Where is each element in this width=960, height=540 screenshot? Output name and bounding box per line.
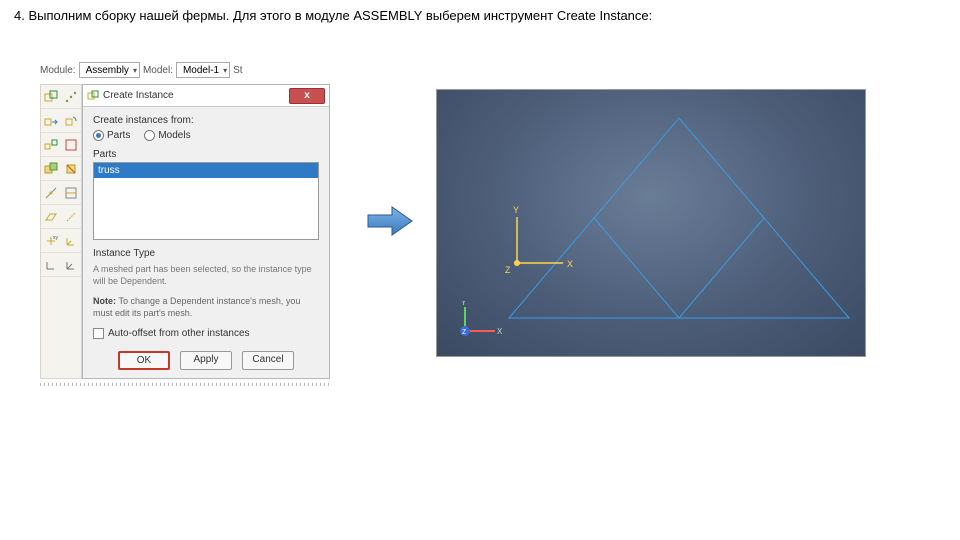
axis-x-label: X bbox=[567, 259, 573, 269]
auto-offset-row[interactable]: Auto-offset from other instances bbox=[93, 328, 319, 339]
create-instance-dialog: Create Instance x Create instances from:… bbox=[82, 84, 330, 379]
constraint-icon[interactable] bbox=[61, 133, 81, 156]
axis-z-small: Z bbox=[462, 329, 467, 336]
instance-type-info: A meshed part has been selected, so the … bbox=[93, 263, 319, 287]
from-label: Create instances from: bbox=[93, 115, 319, 126]
dialog-title-text: Create Instance bbox=[103, 90, 174, 101]
axis-z-label: Z bbox=[505, 265, 511, 275]
ok-button[interactable]: OK bbox=[118, 351, 170, 370]
viewport-triad: X Y Z bbox=[505, 205, 585, 278]
axis-y-small: Y bbox=[461, 301, 467, 307]
datum-axis-icon[interactable] bbox=[61, 205, 81, 228]
module-value: Assembly bbox=[82, 65, 133, 76]
button-row: OK Apply Cancel bbox=[93, 347, 319, 370]
corner-axes: Z Y X bbox=[451, 301, 505, 344]
note-text: Note: To change a Dependent instance's m… bbox=[93, 295, 319, 319]
note-prefix: Note: bbox=[93, 296, 116, 306]
checkbox-icon bbox=[93, 328, 104, 339]
step-label: St bbox=[233, 65, 242, 76]
arrow-icon bbox=[366, 203, 414, 242]
radio-models-label: Models bbox=[158, 130, 190, 141]
create-instance-icon[interactable] bbox=[41, 85, 61, 108]
close-button[interactable]: x bbox=[289, 88, 325, 104]
axis-y-label: Y bbox=[513, 205, 519, 215]
close-icon: x bbox=[304, 90, 310, 101]
module-label: Module: bbox=[40, 65, 76, 76]
model-value: Model-1 bbox=[179, 65, 223, 76]
axis-x-small: X bbox=[497, 327, 503, 336]
note-body: To change a Dependent instance's mesh, y… bbox=[93, 296, 300, 318]
model-label: Model: bbox=[143, 65, 173, 76]
dialog-titlebar: Create Instance x bbox=[83, 85, 329, 107]
dialog-title: Create Instance bbox=[87, 90, 174, 102]
chevron-down-icon: ▾ bbox=[223, 66, 227, 75]
radio-parts[interactable]: Parts bbox=[93, 130, 130, 141]
parts-listbox[interactable]: truss bbox=[93, 162, 319, 240]
radio-row: Parts Models bbox=[93, 130, 319, 141]
partition-face-icon[interactable] bbox=[61, 181, 81, 204]
apply-button[interactable]: Apply bbox=[180, 351, 232, 370]
module-dropdown[interactable]: Assembly ▾ bbox=[79, 62, 140, 78]
radio-models[interactable]: Models bbox=[144, 130, 190, 141]
rotate-icon[interactable] bbox=[61, 109, 81, 132]
parts-label: Parts bbox=[93, 149, 319, 160]
dialog-title-icon bbox=[87, 90, 99, 102]
partition-edge-icon[interactable] bbox=[41, 181, 61, 204]
auto-offset-label: Auto-offset from other instances bbox=[108, 328, 250, 339]
tool-palette: xyz bbox=[40, 84, 82, 379]
main-row: xyz Create Instance x Create in bbox=[40, 84, 330, 379]
model-dropdown[interactable]: Model-1 ▾ bbox=[176, 62, 230, 78]
svg-text:xyz: xyz bbox=[53, 235, 58, 241]
translate-to-icon[interactable] bbox=[41, 133, 61, 156]
datum-point-icon[interactable]: xyz bbox=[41, 229, 61, 252]
top-toolbar: Module: Assembly ▾ Model: Model-1 ▾ St bbox=[40, 60, 330, 80]
radio-icon bbox=[93, 130, 104, 141]
chevron-down-icon: ▾ bbox=[133, 66, 137, 75]
cut-icon[interactable] bbox=[61, 157, 81, 180]
instance-type-label: Instance Type bbox=[93, 248, 319, 259]
datum-plane-icon[interactable] bbox=[41, 205, 61, 228]
content-row: Module: Assembly ▾ Model: Model-1 ▾ St bbox=[40, 60, 866, 386]
query-icon[interactable] bbox=[61, 253, 81, 276]
ruler bbox=[40, 383, 330, 386]
radio-icon bbox=[144, 130, 155, 141]
radio-parts-label: Parts bbox=[107, 130, 130, 141]
cancel-button[interactable]: Cancel bbox=[242, 351, 294, 370]
viewport[interactable]: X Y Z Z Y X bbox=[436, 89, 866, 357]
linear-pattern-icon[interactable] bbox=[61, 85, 81, 108]
reference-icon[interactable] bbox=[41, 253, 61, 276]
list-item[interactable]: truss bbox=[94, 163, 318, 178]
merge-icon[interactable] bbox=[41, 157, 61, 180]
dialog-body: Create instances from: Parts Models Part… bbox=[83, 107, 329, 378]
left-panel: Module: Assembly ▾ Model: Model-1 ▾ St bbox=[40, 60, 330, 386]
datum-csys-icon[interactable] bbox=[61, 229, 81, 252]
instruction-heading: 4. Выполним сборку нашей фермы. Для этог… bbox=[14, 8, 652, 23]
translate-icon[interactable] bbox=[41, 109, 61, 132]
